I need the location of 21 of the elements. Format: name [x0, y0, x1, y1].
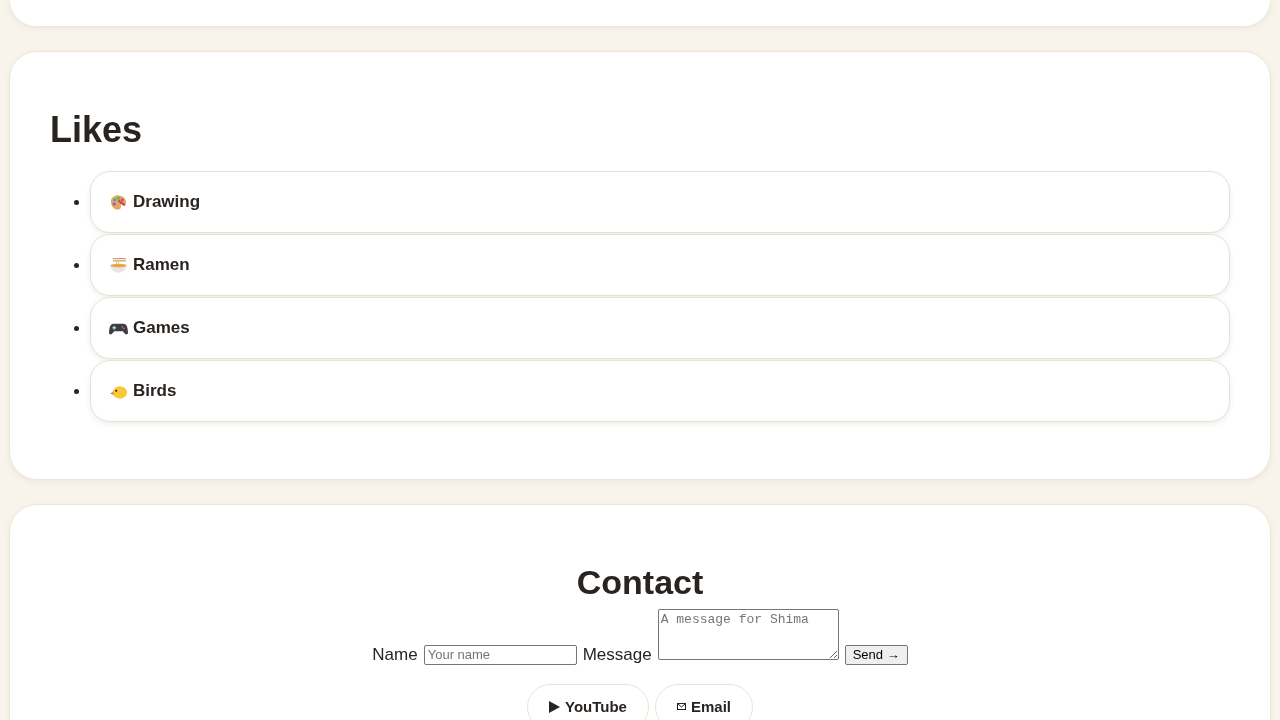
like-label: Drawing — [133, 192, 201, 213]
bullet-icon — [74, 199, 79, 205]
link-button[interactable]: YouTube — [527, 684, 649, 720]
like-label: Ramen — [133, 255, 190, 276]
message-label: Message — [582, 645, 652, 665]
palette-icon — [109, 192, 128, 212]
noodle-bowl-icon — [109, 255, 128, 275]
likes-heading: Likes — [50, 108, 143, 152]
name-input[interactable]: Your name — [423, 645, 577, 665]
bullet-icon — [74, 388, 79, 394]
link-button[interactable]: Email — [654, 684, 753, 720]
bullet-icon — [74, 262, 79, 268]
envelope-icon — [676, 703, 686, 711]
bullet-icon — [74, 325, 79, 331]
like-label: Birds — [133, 381, 177, 402]
contact-heading: Contact — [576, 562, 704, 603]
message-textarea[interactable]: A message for Shima — [657, 609, 839, 660]
send-button[interactable]: Send → — [844, 645, 908, 665]
like-label: Games — [133, 318, 190, 339]
play-icon — [549, 701, 560, 713]
name-label: Name — [372, 645, 418, 665]
